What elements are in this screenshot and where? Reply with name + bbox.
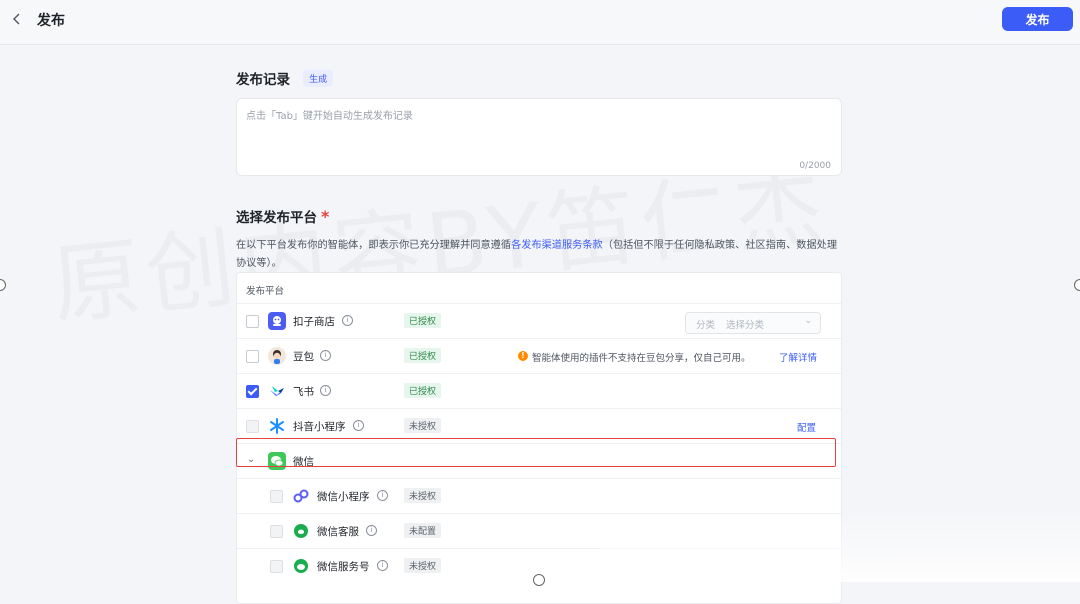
generate-button[interactable]: 生成 <box>303 70 334 87</box>
category-label: 分类 <box>696 320 716 331</box>
record-textarea[interactable]: 点击「Tab」键开始自动生成发布记录 0/2000 <box>236 98 842 176</box>
chevron-down-icon: ⌄ <box>804 316 812 326</box>
status-badge: 未授权 <box>404 558 442 573</box>
table-header-platform: 发布平台 <box>246 286 285 297</box>
selected-row-highlight <box>236 438 836 467</box>
status-badge: 已授权 <box>404 383 442 398</box>
platform-name: 抖音小程序 <box>293 421 346 433</box>
checkbox-feishu[interactable] <box>246 385 259 398</box>
info-icon[interactable]: i <box>366 525 377 536</box>
wechat-customer-service-icon <box>294 524 308 538</box>
info-icon[interactable]: i <box>377 560 388 571</box>
category-placeholder: 选择分类 <box>726 320 765 331</box>
platform-description: 在以下平台发布你的智能体，即表示你已充分理解并同意遵循各发布渠道服务条款（包括但… <box>236 237 842 273</box>
bottom-fade <box>600 510 1080 582</box>
platform-name: 豆包 <box>293 351 314 363</box>
status-badge: 未配置 <box>404 523 442 538</box>
platform-name: 微信小程序 <box>317 491 370 503</box>
table-header: 发布平台 <box>237 273 841 303</box>
info-icon[interactable]: i <box>320 350 331 361</box>
platform-section-header: 选择发布平台 * <box>236 206 329 226</box>
wechat-miniapp-icon <box>292 487 310 505</box>
checkbox-doubao[interactable] <box>246 350 259 363</box>
platform-row-wechat-miniapp: 微信小程序 i 未授权 <box>237 478 841 514</box>
learn-more-link[interactable]: 了解详情 <box>779 350 817 364</box>
platform-name: 微信服务号 <box>317 561 370 573</box>
resize-handle-bottom[interactable] <box>533 574 545 586</box>
info-icon[interactable]: i <box>320 385 331 396</box>
status-badge: 未授权 <box>404 418 442 433</box>
top-bar: 发布 发布 <box>0 0 1080 45</box>
status-badge: 已授权 <box>404 313 442 328</box>
desc-text-before: 在以下平台发布你的智能体，即表示你已充分理解并同意遵循 <box>236 240 512 251</box>
coze-store-icon <box>268 312 286 330</box>
checkbox-wechat-service[interactable] <box>270 525 283 538</box>
back-arrow-icon[interactable] <box>8 10 26 28</box>
terms-link[interactable]: 各发布渠道服务条款 <box>511 240 603 251</box>
page-title: 发布 <box>37 13 65 29</box>
checkbox-wechat-official[interactable] <box>270 560 283 573</box>
record-placeholder: 点击「Tab」键开始自动生成发布记录 <box>246 111 413 122</box>
info-icon[interactable]: i <box>353 420 364 431</box>
char-count: 0/2000 <box>799 161 831 171</box>
douyin-miniapp-icon <box>268 417 286 435</box>
status-badge: 未授权 <box>404 488 442 503</box>
platform-name: 飞书 <box>293 386 314 398</box>
required-mark: * <box>321 207 330 226</box>
configure-link[interactable]: 配置 <box>797 420 816 434</box>
checkbox-douyin-miniapp[interactable] <box>246 420 259 433</box>
checkbox-coze-store[interactable] <box>246 315 259 328</box>
platform-row-feishu: 飞书 i 已授权 <box>237 373 841 409</box>
record-section-header: 发布记录 生成 <box>236 68 334 88</box>
status-badge: 已授权 <box>404 348 442 363</box>
info-icon[interactable]: i <box>377 490 388 501</box>
info-icon[interactable]: i <box>342 315 353 326</box>
platform-title: 选择发布平台 <box>236 210 317 226</box>
platform-name: 扣子商店 <box>293 316 335 328</box>
resize-handle-right[interactable] <box>1074 279 1080 291</box>
doubao-avatar-icon <box>268 347 286 365</box>
record-title: 发布记录 <box>236 72 290 88</box>
platform-name: 微信客服 <box>317 526 359 538</box>
platform-row-doubao: 豆包 i 已授权 ! 智能体使用的插件不支持在豆包分享，仅自己可用。 了解详情 <box>237 338 841 374</box>
feishu-icon <box>268 382 286 400</box>
resize-handle-left[interactable] <box>0 279 6 291</box>
warning-text: 智能体使用的插件不支持在豆包分享，仅自己可用。 <box>532 353 751 364</box>
warning-icon: ! <box>518 351 528 361</box>
publish-button[interactable]: 发布 <box>1002 7 1073 31</box>
category-select[interactable]: 分类 选择分类 ⌄ <box>685 312 821 334</box>
checkbox-wechat-miniapp[interactable] <box>270 490 283 503</box>
platform-row-coze-store: 扣子商店 i 已授权 分类 选择分类 ⌄ <box>237 303 841 339</box>
wechat-official-account-icon <box>294 559 308 573</box>
